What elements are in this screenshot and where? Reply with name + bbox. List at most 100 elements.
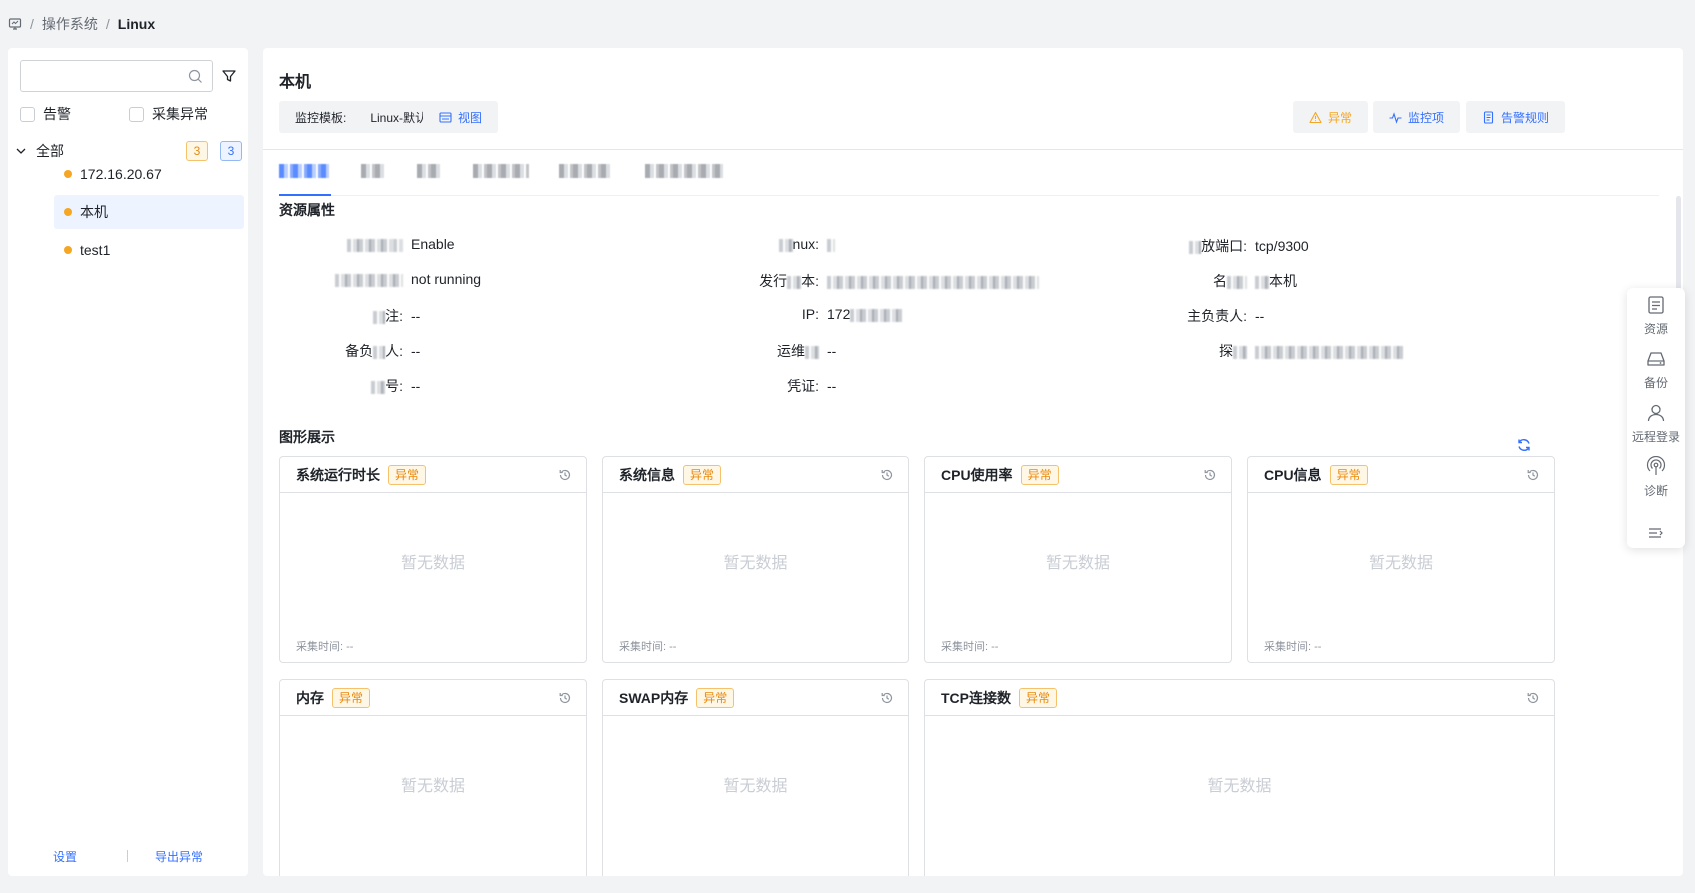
history-icon[interactable]: [1203, 468, 1217, 482]
status-badge: 异常: [1020, 464, 1059, 485]
card-header: TCP连接数 异常: [925, 680, 1554, 716]
breadcrumb-separator: /: [30, 16, 34, 32]
warning-icon: [1309, 111, 1322, 124]
attr-row: 名 本机: [1147, 271, 1297, 291]
attr-value: 172: [827, 306, 903, 322]
toolbar-diagnose[interactable]: 诊断: [1627, 452, 1685, 504]
footer-divider: [127, 850, 128, 862]
attr-value: [827, 236, 835, 252]
pulse-icon: [1389, 111, 1402, 124]
checkbox-box[interactable]: [20, 106, 35, 122]
tab-2[interactable]: [361, 164, 385, 182]
card-title: CPU使用率: [941, 466, 1013, 483]
monitor-items-button-label: 监控项: [1408, 110, 1445, 125]
export-abnormal-link[interactable]: 导出异常: [155, 848, 203, 865]
section-title-attrs: 资源属性: [279, 202, 335, 218]
card-title: TCP连接数: [941, 689, 1011, 706]
main-panel: 本机 监控模板: Linux-默认 视图 异常 监控项 告警规则 资源属性 En…: [263, 48, 1683, 876]
attr-row: 注: --: [303, 306, 420, 326]
history-icon[interactable]: [1526, 468, 1540, 482]
filter-collect-error-checkbox[interactable]: 采集异常: [129, 104, 208, 124]
attr-value: not running: [411, 271, 482, 287]
collect-time: 采集时间: --: [619, 641, 677, 653]
attr-label: 号:: [303, 376, 403, 396]
attr-label: 探: [1147, 341, 1247, 361]
history-icon[interactable]: [880, 468, 894, 482]
attr-row: 主负责人: --: [1147, 306, 1264, 326]
attr-label: nux:: [719, 236, 819, 252]
filter-alarm-checkbox[interactable]: 告警: [20, 104, 71, 124]
monitor-items-button[interactable]: 监控项: [1373, 101, 1461, 133]
tree-item-localhost[interactable]: 本机: [54, 195, 244, 229]
tab-4[interactable]: [473, 164, 529, 182]
history-icon[interactable]: [558, 691, 572, 705]
attr-label: 凭证:: [787, 378, 819, 394]
attr-label: 发行 本:: [759, 273, 819, 289]
status-badge: 异常: [696, 687, 735, 708]
view-button[interactable]: 视图: [423, 101, 499, 133]
history-icon[interactable]: [558, 468, 572, 482]
tab-1[interactable]: [279, 164, 329, 182]
page-title: 本机: [279, 74, 312, 91]
status-badge: 异常: [388, 464, 427, 485]
floating-toolbar: 资源 备份 远程登录 诊断: [1627, 288, 1685, 548]
attr-row: 放端口: tcp/9300: [1147, 236, 1309, 256]
chevron-down-icon[interactable]: [14, 144, 28, 158]
toolbar-backup[interactable]: 备份: [1627, 344, 1685, 396]
history-icon[interactable]: [880, 691, 894, 705]
abnormal-button[interactable]: 异常: [1293, 101, 1369, 133]
collapse-icon[interactable]: [1647, 526, 1665, 540]
template-value: Linux-默认: [370, 110, 428, 125]
tree-item-test1[interactable]: test1: [54, 233, 244, 267]
resource-tree-panel: 告警 采集异常 全部 3 3 172.16.20.67 本机 test1 设置 …: [8, 48, 248, 876]
attr-value: 本机: [1255, 271, 1297, 291]
toolbar-resource-label: 资源: [1643, 322, 1668, 336]
user-icon: [1645, 402, 1667, 424]
filter-collect-error-label: 采集异常: [152, 106, 208, 122]
abnormal-button-label: 异常: [1328, 110, 1353, 125]
checkbox-box[interactable]: [129, 106, 144, 122]
card-header: CPU信息 异常: [1248, 457, 1554, 493]
sidebar-footer: 设置 导出异常: [8, 846, 248, 866]
attr-row: 运维 --: [719, 341, 836, 361]
toolbar-remote-login[interactable]: 远程登录: [1627, 398, 1685, 450]
toolbar-resource[interactable]: 资源: [1627, 290, 1685, 342]
attr-row: 发行 本:: [719, 271, 1039, 291]
attr-label: 注:: [303, 306, 403, 326]
filter-icon[interactable]: [221, 68, 237, 84]
settings-link[interactable]: 设置: [53, 848, 77, 865]
tab-3[interactable]: [417, 164, 441, 182]
alarm-rules-button[interactable]: 告警规则: [1466, 101, 1566, 133]
card-title: SWAP内存: [619, 689, 689, 706]
attr-label: 备负 人:: [345, 343, 403, 359]
breadcrumb-item-os[interactable]: 操作系统: [42, 14, 98, 34]
attr-value: Enable: [411, 236, 455, 252]
search-icon[interactable]: [188, 69, 203, 84]
history-icon[interactable]: [1526, 691, 1540, 705]
attr-row: Enable: [303, 236, 455, 252]
attr-label: [303, 271, 403, 287]
attr-value: --: [411, 343, 421, 359]
card-header: 系统运行时长 异常: [280, 457, 586, 493]
tree-item-label: 本机: [80, 204, 108, 220]
collect-time: 采集时间: --: [941, 641, 999, 653]
tab-bar: [279, 150, 1659, 196]
diagnose-signal-icon: [1645, 455, 1667, 478]
status-badge: 异常: [1329, 464, 1368, 485]
monitor-icon[interactable]: [8, 17, 22, 31]
status-dot: [64, 208, 72, 216]
tree-item-172-16-20-67[interactable]: 172.16.20.67: [54, 157, 244, 191]
resource-icon: [1645, 294, 1667, 316]
empty-state: 暂无数据: [723, 778, 788, 795]
tab-6[interactable]: [645, 164, 723, 182]
search-box: [20, 60, 213, 92]
tab-5[interactable]: [559, 164, 611, 182]
refresh-icon[interactable]: [1516, 437, 1532, 453]
search-input[interactable]: [29, 61, 189, 89]
toolbar-backup-label: 备份: [1643, 376, 1668, 390]
attr-row: 凭证: --: [719, 376, 836, 396]
attr-value: --: [411, 378, 421, 394]
status-badge: 异常: [332, 687, 371, 708]
toolbar-remote-login-label: 远程登录: [1631, 430, 1680, 444]
attr-value: [1255, 343, 1405, 359]
